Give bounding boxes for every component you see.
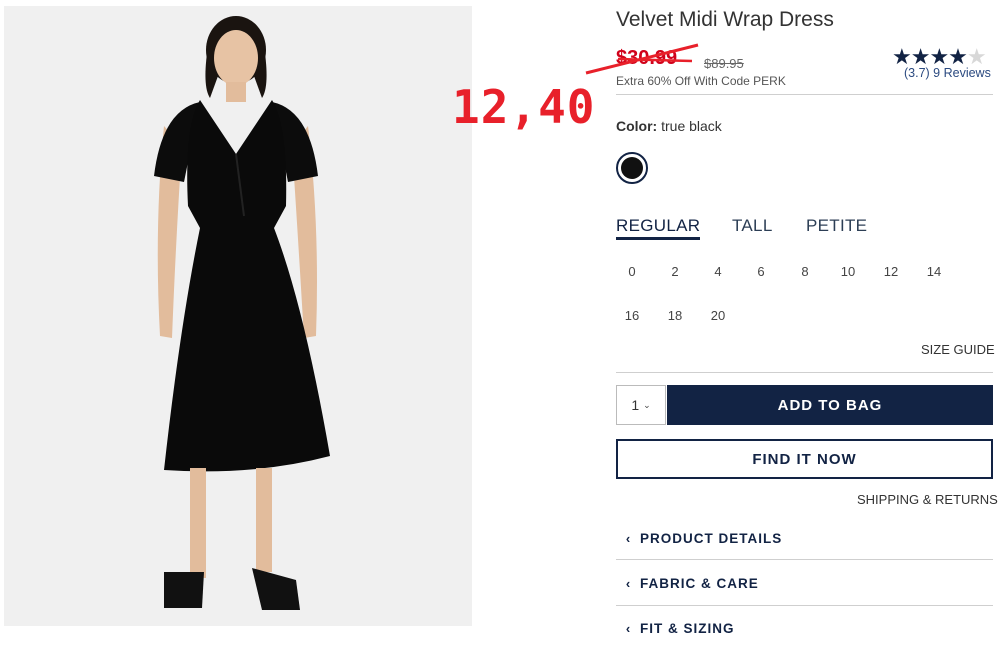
tab-regular[interactable]: REGULAR (616, 216, 701, 240)
price-annotation: 12,40 (452, 80, 596, 134)
size-option[interactable]: 20 (703, 308, 733, 323)
size-option[interactable]: 14 (919, 264, 949, 279)
size-option[interactable]: 18 (660, 308, 690, 323)
tab-tall[interactable]: TALL (732, 216, 773, 236)
chevron-down-icon: ⌄ (643, 399, 651, 410)
color-label: Color: true black (616, 118, 722, 134)
accordion-label: FIT & SIZING (640, 620, 735, 636)
strike-through-mark (585, 43, 699, 75)
model-illustration (4, 6, 472, 626)
tab-petite[interactable]: PETITE (806, 216, 867, 236)
accordion-fit-sizing[interactable]: ‹ FIT & SIZING (616, 606, 993, 650)
size-option[interactable]: 0 (617, 264, 647, 279)
color-value: true black (661, 118, 722, 134)
quantity-value: 1 (631, 397, 640, 413)
size-guide-link[interactable]: SIZE GUIDE (921, 342, 995, 357)
product-image[interactable] (4, 6, 472, 626)
size-option[interactable]: 16 (617, 308, 647, 323)
accordion-fabric-care[interactable]: ‹ FABRIC & CARE (616, 561, 993, 605)
size-option[interactable]: 2 (660, 264, 690, 279)
accordion-label: PRODUCT DETAILS (640, 530, 783, 546)
size-option[interactable]: 4 (703, 264, 733, 279)
shipping-returns-link[interactable]: SHIPPING & RETURNS (857, 492, 998, 507)
size-option[interactable]: 12 (876, 264, 906, 279)
promo-text: Extra 60% Off With Code PERK (616, 74, 786, 88)
chevron-left-icon: ‹ (625, 575, 631, 591)
divider (616, 94, 993, 95)
accordion-label: FABRIC & CARE (640, 575, 759, 591)
chevron-left-icon: ‹ (625, 530, 631, 546)
add-to-bag-button[interactable]: ADD TO BAG (667, 385, 993, 425)
divider (616, 559, 993, 560)
chevron-left-icon: ‹ (625, 620, 631, 636)
color-swatch-true-black[interactable] (616, 152, 648, 184)
reviews-link[interactable]: (3.7) 9 Reviews (904, 66, 991, 80)
size-option[interactable]: 10 (833, 264, 863, 279)
color-label-key: Color: (616, 118, 658, 134)
size-option[interactable]: 8 (790, 264, 820, 279)
divider (616, 372, 993, 373)
quantity-select[interactable]: 1 ⌄ (616, 385, 666, 425)
size-option[interactable]: 6 (746, 264, 776, 279)
swatch-fill (621, 157, 643, 179)
find-it-now-button[interactable]: FIND IT NOW (616, 439, 993, 479)
product-title: Velvet Midi Wrap Dress (616, 8, 834, 31)
original-price: $89.95 (704, 56, 744, 71)
accordion-product-details[interactable]: ‹ PRODUCT DETAILS (616, 516, 993, 560)
